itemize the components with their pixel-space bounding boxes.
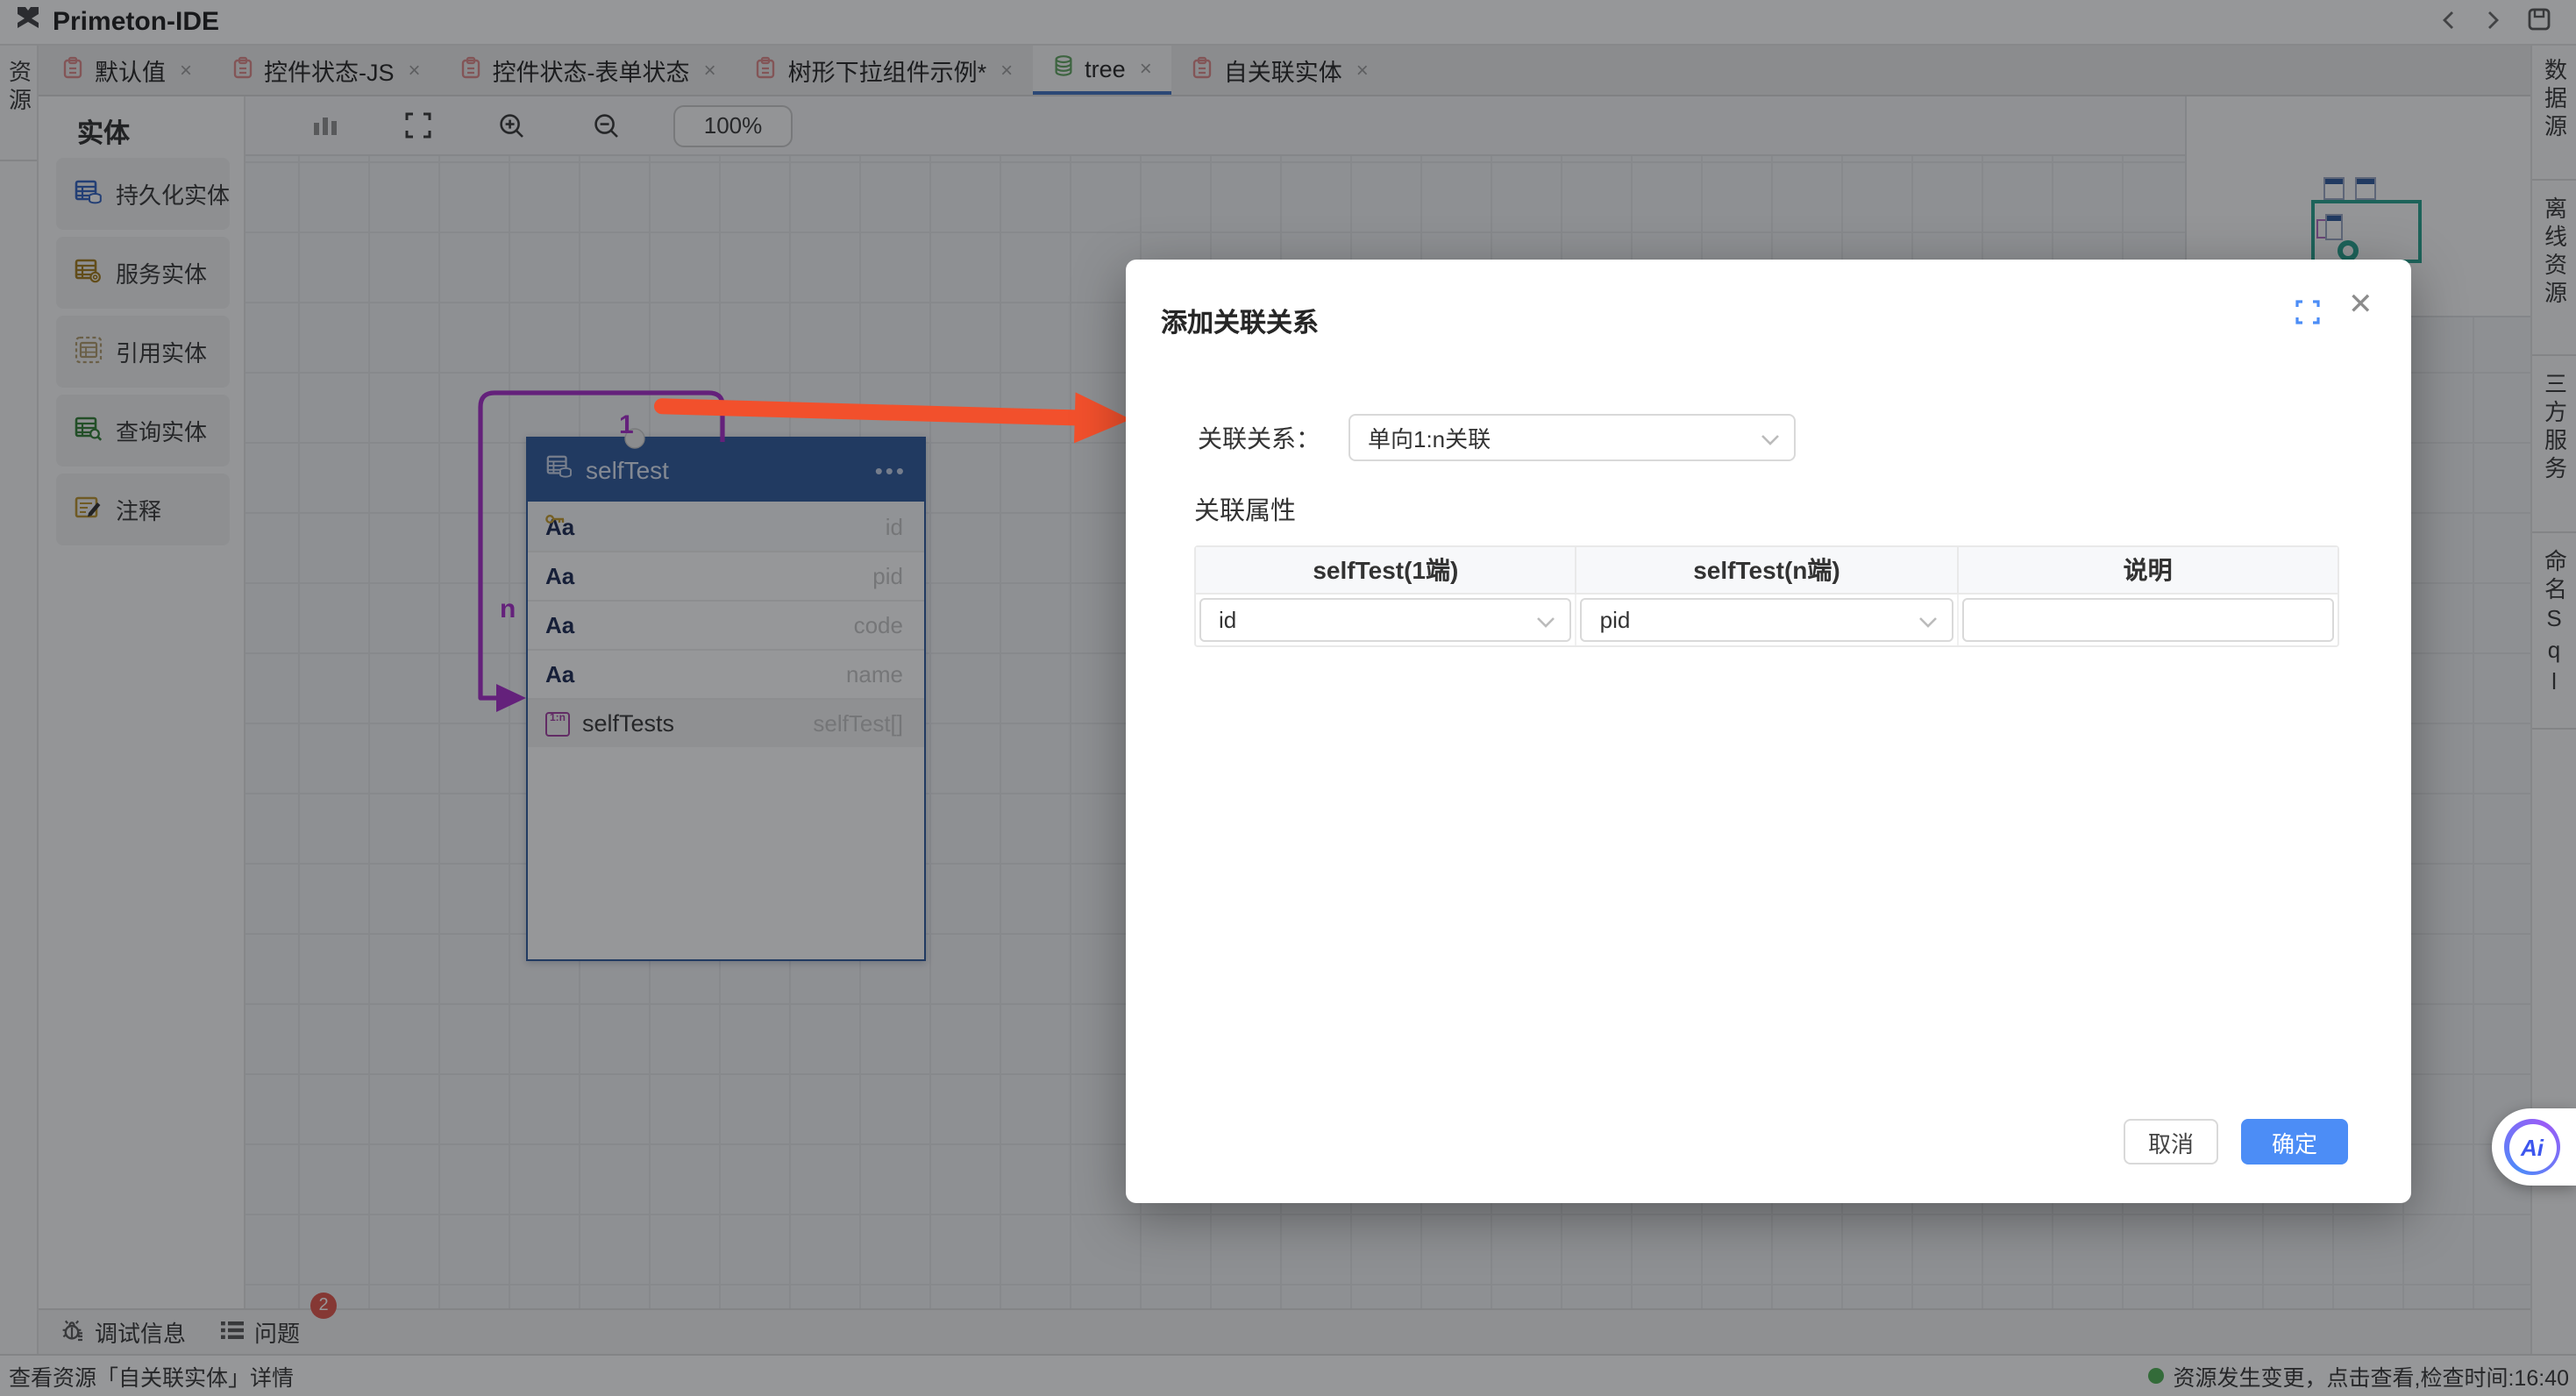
description-input[interactable] — [1961, 598, 2334, 642]
ai-label: Ai — [2508, 1123, 2556, 1171]
chevron-down-icon — [1761, 424, 1780, 451]
app-window: Primeton-IDE 默认值 × 控件状态-JS × 控件状态-表单状态 ×… — [0, 0, 2576, 1396]
ai-assistant-button[interactable]: Ai — [2492, 1108, 2576, 1186]
close-icon[interactable]: ✕ — [2348, 288, 2373, 323]
relation-type-value: 单向1:n关联 — [1368, 421, 1491, 454]
confirm-label: 确定 — [2272, 1125, 2317, 1158]
ai-ring-icon: Ai — [2504, 1119, 2560, 1175]
chevron-down-icon — [1918, 607, 1937, 633]
association-attrs-table: selfTest(1端) selfTest(n端) 说明 id pid — [1194, 545, 2339, 647]
n-end-field-select[interactable]: pid — [1581, 598, 1953, 642]
relation-type-select[interactable]: 单向1:n关联 — [1348, 414, 1796, 461]
cancel-label: 取消 — [2148, 1125, 2194, 1158]
one-end-field-value: id — [1219, 607, 1236, 633]
n-end-field-value: pid — [1600, 607, 1631, 633]
one-end-field-select[interactable]: id — [1199, 598, 1572, 642]
confirm-button[interactable]: 确定 — [2241, 1119, 2348, 1165]
table-row: id pid — [1196, 595, 2338, 645]
add-association-dialog: 添加关联关系 ✕ 关联关系： 单向1:n关联 关联属性 selfTest(1端)… — [1126, 260, 2411, 1203]
association-attrs-title: 关联属性 — [1194, 491, 1296, 528]
maximize-icon[interactable] — [2295, 300, 2320, 333]
dialog-title: 添加关联关系 — [1161, 303, 1319, 340]
relation-type-label: 关联关系： — [1198, 420, 1320, 455]
column-header-description: 说明 — [1958, 547, 2338, 593]
column-header-n-end: selfTest(n端) — [1577, 547, 1959, 593]
table-header-row: selfTest(1端) selfTest(n端) 说明 — [1196, 547, 2338, 595]
column-header-one-end: selfTest(1端) — [1196, 547, 1577, 593]
cancel-button[interactable]: 取消 — [2124, 1119, 2218, 1165]
chevron-down-icon — [1537, 607, 1556, 633]
